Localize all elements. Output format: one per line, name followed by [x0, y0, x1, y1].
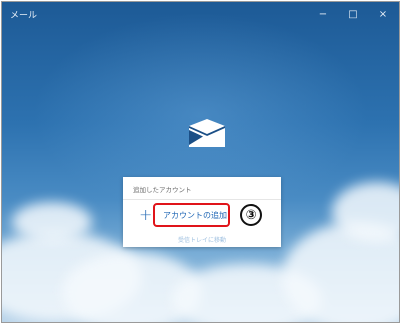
inbox-link[interactable]: 受信トレイに移動 — [123, 235, 281, 244]
plus-icon: + — [139, 205, 153, 224]
highlight-annotation — [153, 203, 230, 227]
minimize-icon: − — [318, 8, 328, 20]
panel-header: 追加したアカウント — [133, 186, 192, 194]
accounts-panel: 追加したアカウント + アカウントの追加 ③ 受信トレイに移動 — [123, 177, 281, 247]
mail-envelope-icon — [189, 119, 225, 147]
maximize-button[interactable]: □ — [338, 2, 368, 26]
close-icon: × — [378, 8, 388, 20]
maximize-icon: □ — [348, 8, 358, 20]
add-account-button[interactable]: + アカウントの追加 ③ — [123, 201, 281, 229]
minimize-button[interactable]: − — [308, 2, 338, 26]
step-number-badge: ③ — [240, 204, 262, 226]
background-cloud — [12, 202, 92, 242]
title-bar: メール − □ × — [2, 2, 399, 28]
panel-divider — [123, 199, 281, 200]
window-title: メール — [10, 11, 38, 21]
app-window: メール − □ × 追加したアカウント + アカウントの追加 ③ 受信トレイに移… — [1, 1, 400, 323]
close-button[interactable]: × — [368, 2, 398, 26]
